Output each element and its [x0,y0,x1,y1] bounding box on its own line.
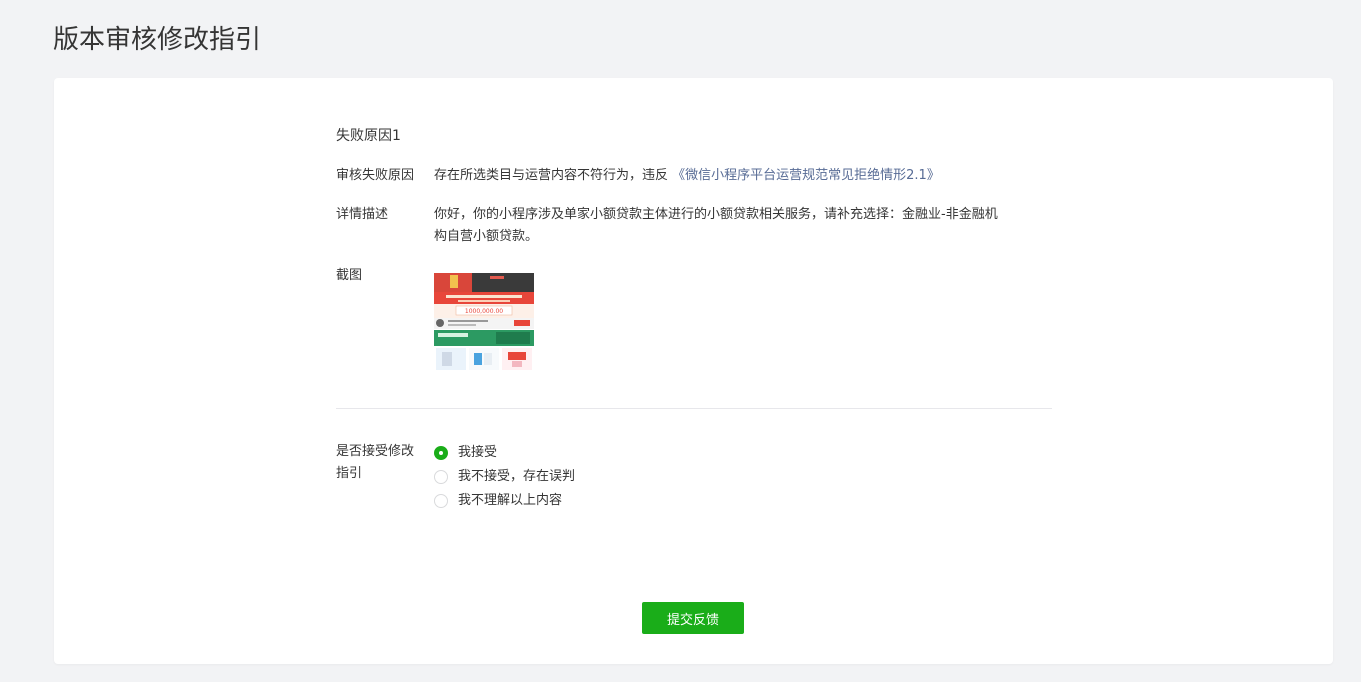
accept-label-line1: 是否接受修改 [336,444,415,459]
accept-radio-group: 我接受 我不接受，存在误判 我不理解以上内容 [434,441,575,513]
accept-label: 是否接受修改 指引 [336,441,426,485]
review-guide-card: 失败原因1 审核失败原因 存在所选类目与运营内容不符行为，违反 《微信小程序平台… [54,78,1333,664]
radio-checked-icon[interactable] [434,446,448,460]
screenshot-thumbnail[interactable]: 1000,000.00 [434,273,534,373]
radio-accept-label: 我接受 [458,445,498,460]
radio-not-understand[interactable]: 我不理解以上内容 [434,489,575,513]
policy-link[interactable]: 《微信小程序平台运营规范常见拒绝情形2.1》 [672,168,940,183]
reason-text: 存在所选类目与运营内容不符行为，违反 [434,168,673,183]
detail-label: 详情描述 [336,207,389,222]
page-title: 版本审核修改指引 [53,25,262,55]
radio-unchecked-icon[interactable] [434,494,448,508]
radio-unchecked-icon[interactable] [434,470,448,484]
detail-text-line2: 构自营小额贷款。 [434,229,539,244]
screenshot-label: 截图 [336,268,363,283]
reason-value: 存在所选类目与运营内容不符行为，违反 《微信小程序平台运营规范常见拒绝情形2.1… [434,165,1052,187]
accept-label-line2: 指引 [336,466,363,481]
failure-reason-title: 失败原因1 [336,128,401,144]
reason-label: 审核失败原因 [336,168,415,183]
radio-reject-misjudged[interactable]: 我不接受，存在误判 [434,465,575,489]
screenshot-amount-text: 1000,000.00 [465,308,503,315]
submit-feedback-button[interactable]: 提交反馈 [642,602,744,634]
section-divider [336,408,1052,409]
detail-value: 你好，你的小程序涉及单家小额贷款主体进行的小额贷款相关服务，请补充选择：金融业-… [434,204,1052,248]
radio-accept[interactable]: 我接受 [434,441,575,465]
radio-reject-label: 我不接受，存在误判 [458,469,576,484]
detail-text-line1: 你好，你的小程序涉及单家小额贷款主体进行的小额贷款相关服务，请补充选择：金融业-… [434,207,998,222]
screenshot-image: 1000,000.00 [434,273,534,373]
radio-not-understand-label: 我不理解以上内容 [458,493,563,508]
